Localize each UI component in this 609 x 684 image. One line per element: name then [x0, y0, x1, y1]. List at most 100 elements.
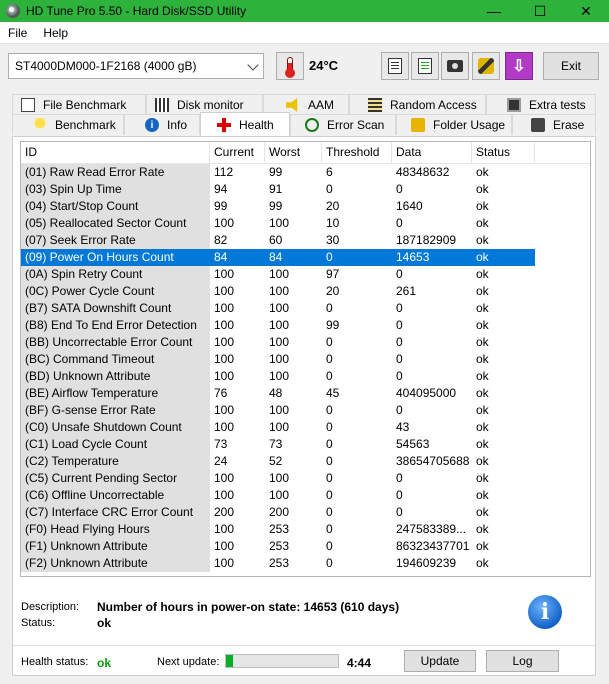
column-header-data[interactable]: Data	[392, 142, 472, 163]
table-row[interactable]: (05) Reallocated Sector Count 100 100 10 0 ok	[21, 215, 590, 232]
table-row[interactable]: (09) Power On Hours Count 84 84 0 14653 ok	[21, 249, 590, 266]
window-title: HD Tune Pro 5.50 - Hard Disk/SSD Utility	[26, 4, 247, 18]
table-row[interactable]: (01) Raw Read Error Rate 112 99 6 48348632 ok	[21, 164, 590, 181]
cell-data: 43	[396, 420, 410, 434]
tab-info[interactable]: i Info	[124, 114, 200, 135]
column-header-current[interactable]: Current	[210, 142, 265, 163]
tab-extra-tests[interactable]: Extra tests	[486, 94, 596, 115]
table-row[interactable]: (F0) Head Flying Hours 100 253 0 247583389..…	[21, 521, 590, 538]
cell-id: (07) Seek Error Rate	[21, 232, 210, 249]
cell-id: (B8) End To End Error Detection	[21, 317, 210, 334]
table-row[interactable]: (04) Start/Stop Count 99 99 20 1640 ok	[21, 198, 590, 215]
cell-id: (03) Spin Up Time	[21, 181, 210, 198]
table-row[interactable]: (C5) Current Pending Sector 100 100 0 0 ok	[21, 470, 590, 487]
update-button[interactable]: Update	[404, 650, 476, 672]
title-bar[interactable]: HD Tune Pro 5.50 - Hard Disk/SSD Utility…	[0, 0, 609, 22]
cell-worst: 253	[269, 556, 290, 570]
folder-icon	[411, 118, 425, 132]
table-row[interactable]: (BD) Unknown Attribute 100 100 0 0 ok	[21, 368, 590, 385]
log-button[interactable]: Log	[486, 650, 559, 672]
tab-health[interactable]: Health	[200, 112, 290, 136]
table-row[interactable]: (C6) Offline Uncorrectable 100 100 0 0 ok	[21, 487, 590, 504]
info-icon[interactable]: i	[528, 595, 562, 629]
tab-label: Erase	[553, 118, 585, 132]
column-header-worst[interactable]: Worst	[265, 142, 322, 163]
table-row[interactable]: (B7) SATA Downshift Count 100 100 0 0 ok	[21, 300, 590, 317]
cell-current: 200	[214, 505, 235, 519]
status-value: ok	[97, 616, 112, 630]
table-row[interactable]: (BB) Uncorrectable Error Count 100 100 0 0 ok	[21, 334, 590, 351]
menu-help[interactable]: Help	[35, 26, 76, 40]
temperature-button[interactable]	[276, 52, 304, 80]
tab-label: Benchmark	[55, 118, 116, 132]
cell-id: (F2) Unknown Attribute	[21, 555, 210, 572]
cell-status: ok	[476, 403, 489, 417]
save-button[interactable]: ⇩	[505, 52, 533, 80]
table-header: ID Current Worst Threshold Data Status	[21, 142, 590, 164]
table-row[interactable]: (C1) Load Cycle Count 73 73 0 54563 ok	[21, 436, 590, 453]
cell-id: (C7) Interface CRC Error Count	[21, 504, 210, 521]
cell-status: ok	[476, 454, 489, 468]
cell-current: 100	[214, 539, 235, 553]
cell-current: 112	[214, 165, 234, 179]
smart-attributes-table[interactable]: ID Current Worst Threshold Data Status (…	[20, 141, 591, 577]
cell-current: 100	[214, 335, 235, 349]
cell-worst: 100	[269, 420, 290, 434]
cell-data: 0	[396, 318, 403, 332]
exit-button[interactable]: Exit	[543, 52, 599, 80]
table-row[interactable]: (0C) Power Cycle Count 100 100 20 261 ok	[21, 283, 590, 300]
cell-status: ok	[476, 301, 489, 315]
cell-current: 100	[214, 318, 235, 332]
column-header-threshold[interactable]: Threshold	[322, 142, 392, 163]
cell-status: ok	[472, 249, 535, 266]
column-header-id[interactable]: ID	[21, 142, 210, 163]
table-row[interactable]: (03) Spin Up Time 94 91 0 0 ok	[21, 181, 590, 198]
table-row[interactable]: (C7) Interface CRC Error Count 200 200 0 0 ok	[21, 504, 590, 521]
cell-current: 100	[214, 284, 235, 298]
table-row[interactable]: (B8) End To End Error Detection 100 100 99 0…	[21, 317, 590, 334]
drive-select[interactable]: ST4000DM000-1F2168 (4000 gB)	[8, 53, 264, 79]
cell-current: 100	[214, 420, 235, 434]
cell-id: (04) Start/Stop Count	[21, 198, 210, 215]
column-header-status[interactable]: Status	[472, 142, 535, 163]
cell-current: 100	[214, 403, 235, 417]
minimize-button[interactable]: —	[471, 0, 517, 22]
health-cross-icon	[217, 117, 231, 132]
table-body: (01) Raw Read Error Rate 112 99 6 48348632 ok…	[21, 164, 590, 572]
cell-id: (C6) Offline Uncorrectable	[21, 487, 210, 504]
cell-id: (09) Power On Hours Count	[21, 249, 210, 266]
cell-data: 187182909	[396, 233, 457, 247]
copy-all-button[interactable]	[411, 52, 439, 80]
cell-worst: 100	[269, 335, 290, 349]
cell-threshold: 0	[326, 403, 333, 417]
cell-current: 76	[214, 386, 228, 400]
close-button[interactable]: ✕	[563, 0, 609, 22]
cell-threshold: 30	[326, 233, 340, 247]
table-row[interactable]: (0A) Spin Retry Count 100 100 97 0 ok	[21, 266, 590, 283]
table-row[interactable]: (BF) G-sense Error Rate 100 100 0 0 ok	[21, 402, 590, 419]
options-button[interactable]	[472, 52, 500, 80]
cell-id: (0A) Spin Retry Count	[21, 266, 210, 283]
tab-row-top: File Benchmark Disk monitor AAM Random A…	[12, 94, 596, 116]
tab-erase[interactable]: Erase	[512, 114, 596, 135]
table-row[interactable]: (C2) Temperature 24 52 0 38654705688 ok	[21, 453, 590, 470]
table-row[interactable]: (C0) Unsafe Shutdown Count 100 100 0 43 ok	[21, 419, 590, 436]
screenshot-button[interactable]	[441, 52, 469, 80]
cell-worst: 100	[269, 318, 290, 332]
health-status-value: ok	[97, 656, 112, 670]
table-row[interactable]: (07) Seek Error Rate 82 60 30 187182909 ok	[21, 232, 590, 249]
tab-random-access[interactable]: Random Access	[349, 94, 486, 115]
maximize-button[interactable]: ☐	[517, 0, 563, 22]
tab-benchmark[interactable]: Benchmark	[12, 114, 124, 135]
table-row[interactable]: (BC) Command Timeout 100 100 0 0 ok	[21, 351, 590, 368]
tab-folder-usage[interactable]: Folder Usage	[396, 114, 512, 135]
cell-current: 82	[214, 233, 228, 247]
table-row[interactable]: (F2) Unknown Attribute 100 253 0 194609239 ok	[21, 555, 590, 572]
tab-error-scan[interactable]: Error Scan	[290, 114, 396, 135]
table-row[interactable]: (F1) Unknown Attribute 100 253 0 86323437701…	[21, 538, 590, 555]
menu-file[interactable]: File	[0, 26, 35, 40]
tab-label: Extra tests	[529, 98, 586, 112]
table-row[interactable]: (BE) Airflow Temperature 76 48 45 404095000 o…	[21, 385, 590, 402]
copy-text-button[interactable]	[381, 52, 409, 80]
tab-file-benchmark[interactable]: File Benchmark	[12, 94, 146, 115]
